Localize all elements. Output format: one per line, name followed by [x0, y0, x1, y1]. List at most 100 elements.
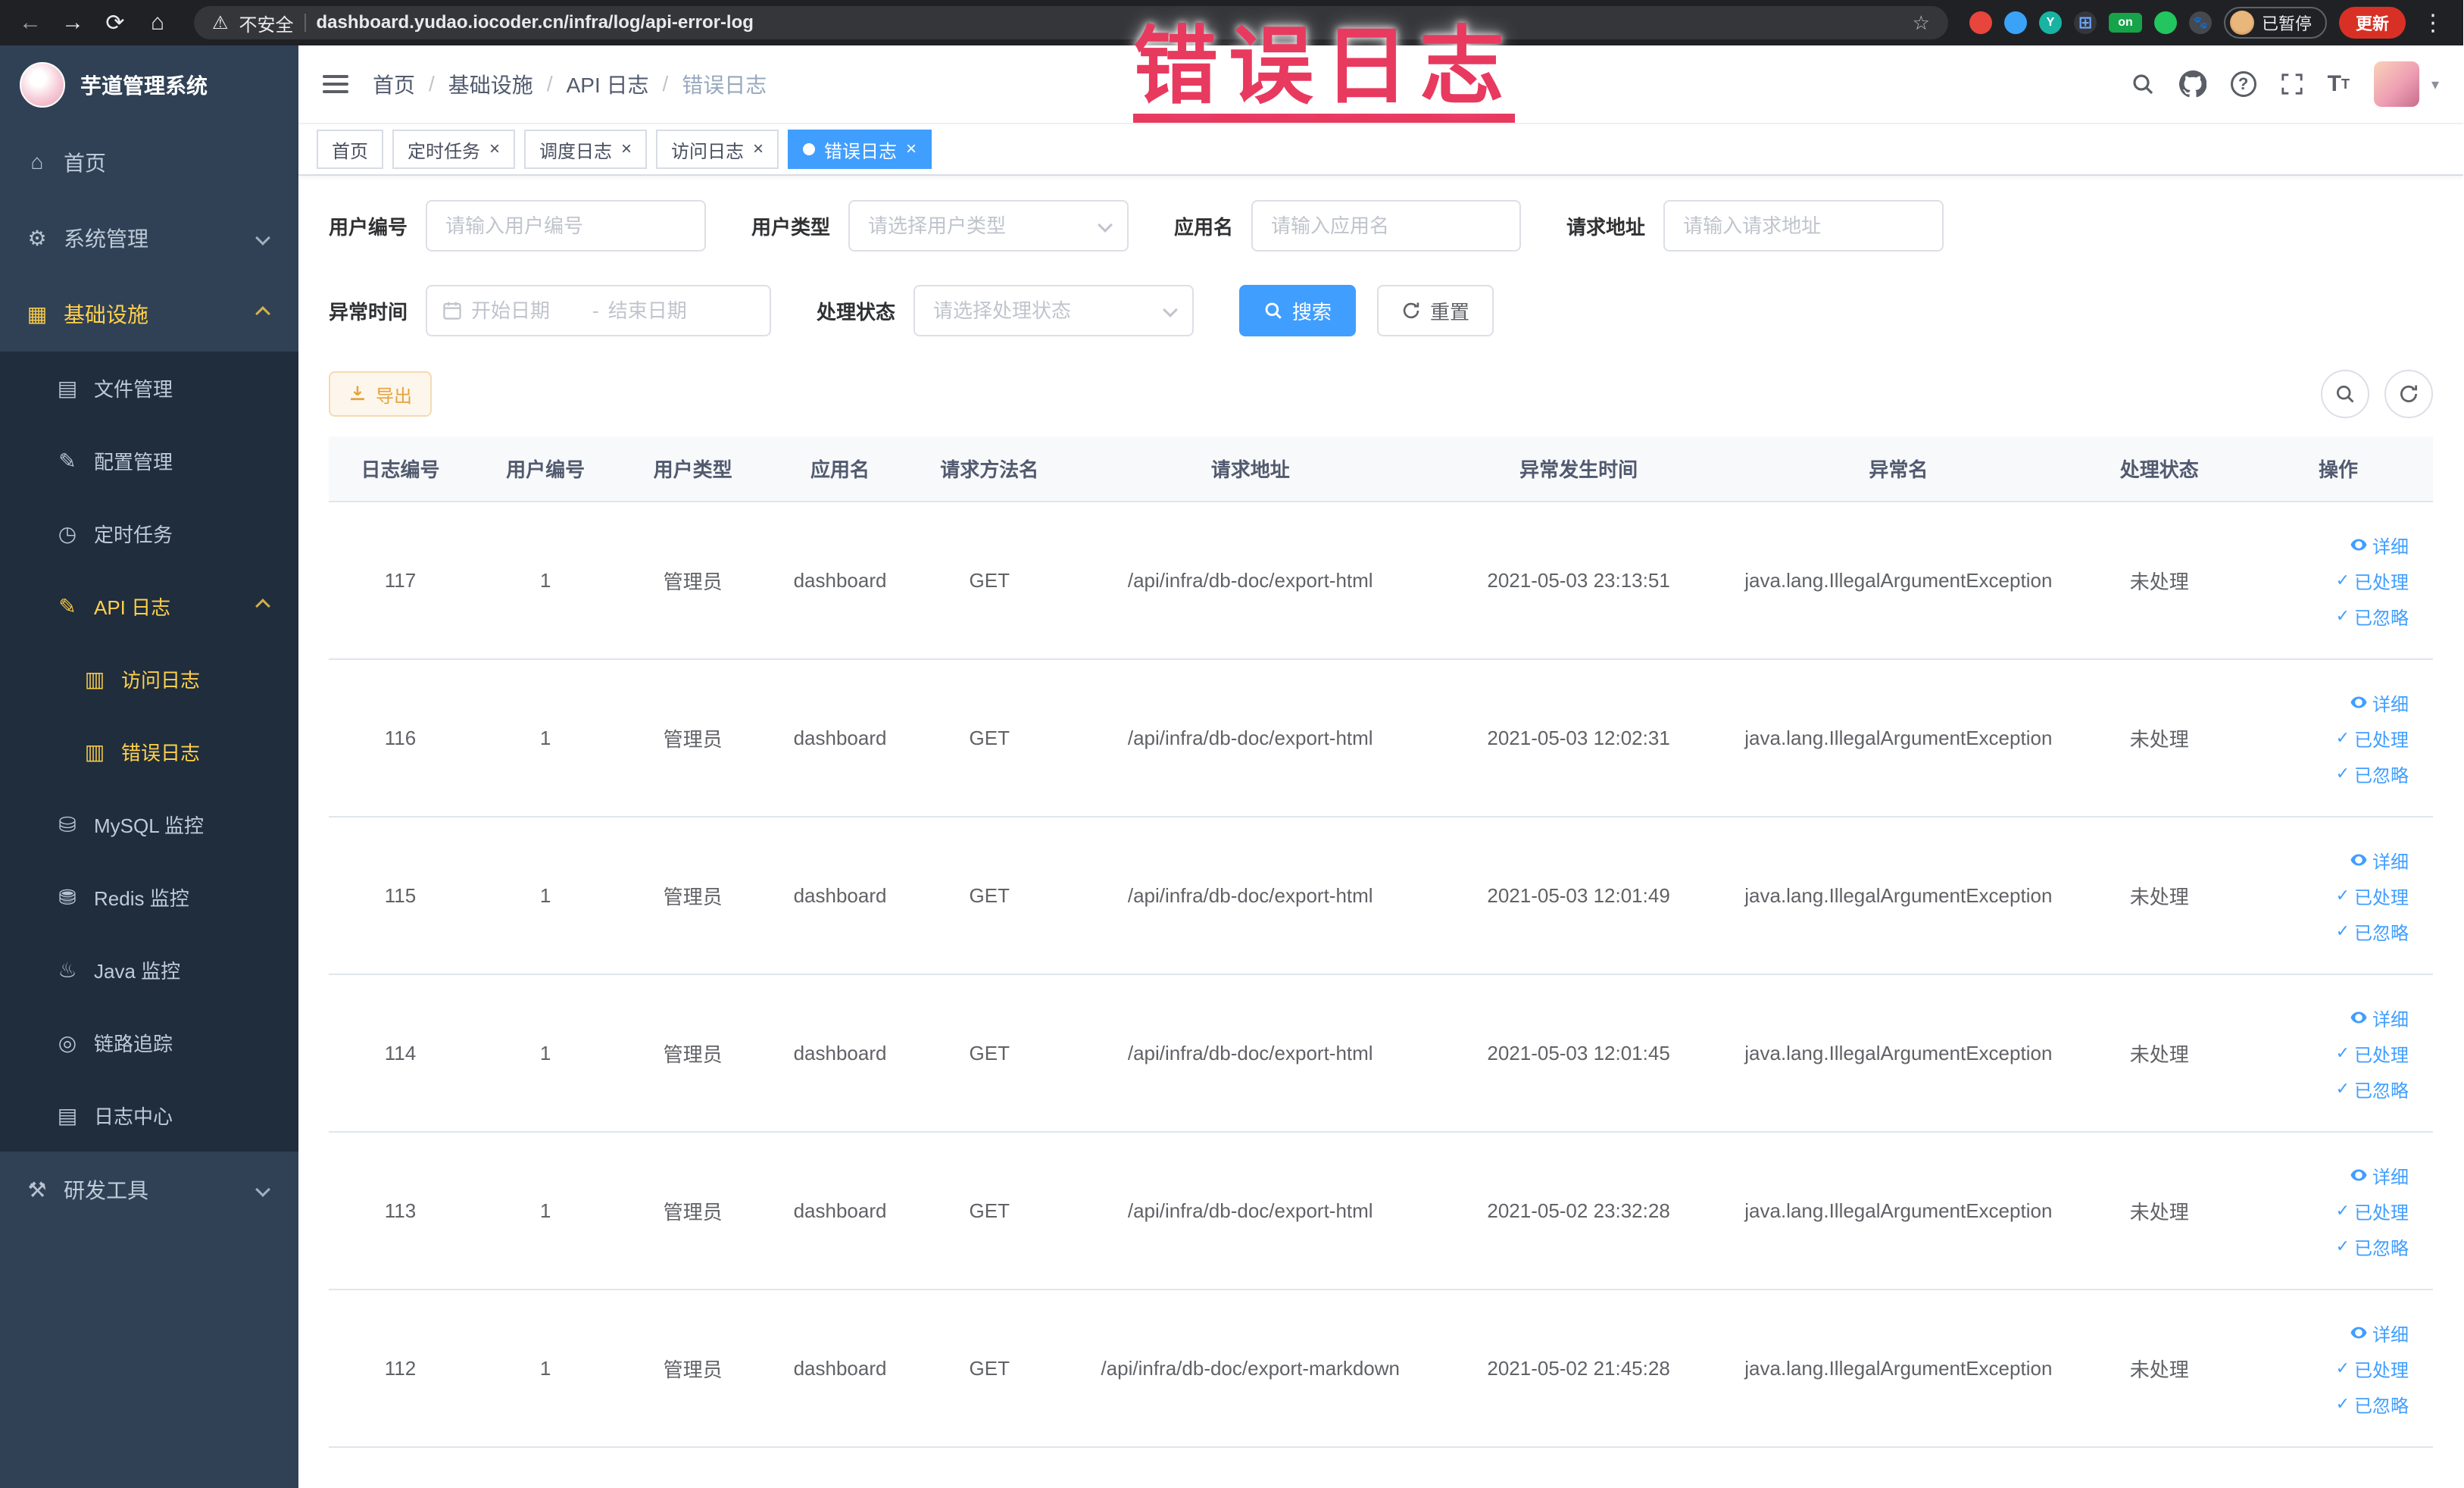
breadcrumb-item[interactable]: 首页	[373, 69, 415, 99]
processed-link[interactable]: ✓ 已处理	[2336, 567, 2409, 594]
detail-link[interactable]: 详细	[2350, 1320, 2409, 1346]
search-button[interactable]: 搜索	[1239, 285, 1357, 336]
refresh-table-button[interactable]	[2384, 370, 2433, 418]
back-icon[interactable]: ←	[15, 10, 45, 36]
sidebar-item-dev-tools[interactable]: ⚒ 研发工具	[0, 1152, 298, 1227]
extension-teal-icon[interactable]: Y	[2038, 11, 2062, 34]
eye-icon	[2350, 1324, 2368, 1342]
ignored-link[interactable]: ✓ 已忽略	[2336, 761, 2409, 787]
check-icon: ✓	[2335, 764, 2350, 783]
reload-icon[interactable]: ⟳	[100, 10, 130, 36]
ignored-link[interactable]: ✓ 已忽略	[2336, 918, 2409, 945]
breadcrumb-item[interactable]: 基础设施	[448, 69, 533, 99]
close-icon[interactable]: ×	[621, 140, 632, 158]
refresh-icon	[1401, 301, 1421, 320]
eye-icon	[2350, 1166, 2368, 1184]
processed-link[interactable]: ✓ 已处理	[2336, 1355, 2409, 1382]
table-cell: 2021-05-02 21:45:28	[1435, 1289, 1722, 1448]
detail-link[interactable]: 详细	[2350, 689, 2409, 716]
close-icon[interactable]: ×	[489, 140, 500, 158]
table-cell: 1	[471, 1289, 620, 1448]
sidebar-item-redis[interactable]: ⛃ Redis 监控	[0, 861, 298, 933]
sidebar-item-infra[interactable]: ▦ 基础设施	[0, 276, 298, 352]
sidebar-item-trace[interactable]: ◎ 链路追踪	[0, 1006, 298, 1079]
detail-link[interactable]: 详细	[2350, 847, 2409, 874]
detail-link[interactable]: 详细	[2350, 1162, 2409, 1189]
sidebar-item-java[interactable]: ♨ Java 监控	[0, 933, 298, 1006]
detail-link[interactable]: 详细	[2350, 532, 2409, 558]
extension-drop-icon[interactable]	[2003, 11, 2027, 34]
exception-time-range-picker[interactable]: -	[426, 285, 772, 336]
extension-icons: Y ⊞ on 🐾	[1969, 11, 2212, 34]
sidebar-item-access-log[interactable]: ▥ 访问日志	[0, 642, 298, 715]
address-bar[interactable]: ⚠ 不安全 dashboard.yudao.iocoder.cn/infra/l…	[194, 6, 1948, 39]
browser-update-button[interactable]: 更新	[2338, 7, 2406, 39]
process-status-select[interactable]	[913, 285, 1195, 336]
toggle-search-button[interactable]	[2321, 370, 2369, 418]
extension-green-icon[interactable]	[2153, 11, 2177, 34]
sidebar-item-api-log[interactable]: ✎ API 日志	[0, 570, 298, 642]
end-date-input[interactable]	[607, 299, 720, 323]
extension-paw-icon[interactable]: 🐾	[2188, 11, 2212, 34]
ignored-link[interactable]: ✓ 已忽略	[2336, 1233, 2409, 1260]
ignored-link[interactable]: ✓ 已忽略	[2336, 1076, 2409, 1102]
sidebar-item-file[interactable]: ▤ 文件管理	[0, 352, 298, 424]
tab-home[interactable]: 首页	[317, 130, 383, 169]
sidebar-item-log-center[interactable]: ▤ 日志中心	[0, 1079, 298, 1152]
extension-on-badge-icon[interactable]: on	[2108, 13, 2142, 33]
user-id-input[interactable]	[426, 200, 707, 252]
sidebar-item-config[interactable]: ✎ 配置管理	[0, 424, 298, 497]
close-icon[interactable]: ×	[906, 140, 917, 158]
tab-access-log[interactable]: 访问日志 ×	[656, 130, 779, 169]
processed-link[interactable]: ✓ 已处理	[2336, 1198, 2409, 1224]
app-name-input[interactable]	[1251, 200, 1522, 252]
column-header: 应用名	[766, 436, 914, 502]
sidebar-item-mysql[interactable]: ⛁ MySQL 监控	[0, 788, 298, 861]
browser-home-icon[interactable]: ⌂	[142, 10, 173, 36]
request-url-input[interactable]	[1663, 200, 1944, 252]
sidebar-item-error-log[interactable]: ▥ 错误日志	[0, 715, 298, 788]
forward-icon[interactable]: →	[58, 10, 88, 36]
sidebar-item-job[interactable]: ◷ 定时任务	[0, 497, 298, 570]
ignored-link[interactable]: ✓ 已忽略	[2336, 603, 2409, 630]
start-date-input[interactable]	[471, 299, 584, 323]
help-icon[interactable]: ?	[2230, 71, 2256, 97]
avatar-caret-icon[interactable]: ▾	[2431, 75, 2439, 94]
sidebar-item-home[interactable]: ⌂ 首页	[0, 124, 298, 200]
security-label[interactable]: 不安全	[239, 10, 294, 36]
processed-link[interactable]: ✓ 已处理	[2336, 1040, 2409, 1067]
detail-link[interactable]: 详细	[2350, 1005, 2409, 1031]
close-icon[interactable]: ×	[753, 140, 764, 158]
tab-job-log[interactable]: 调度日志 ×	[524, 130, 648, 169]
table-cell: dashboard	[766, 502, 914, 660]
header-search-icon[interactable]	[2131, 72, 2155, 96]
processed-link[interactable]: ✓ 已处理	[2336, 883, 2409, 909]
hamburger-icon[interactable]	[323, 75, 348, 93]
breadcrumb-item[interactable]: API 日志	[567, 69, 649, 99]
font-size-icon[interactable]: TT	[2328, 71, 2350, 97]
table-row: 112 1 管理员 dashboard GET/api/infra/db-doc/exp…	[329, 1289, 2433, 1448]
extension-red-icon[interactable]	[1969, 11, 1992, 34]
fullscreen-icon[interactable]	[2281, 73, 2303, 95]
processed-link[interactable]: ✓ 已处理	[2336, 725, 2409, 752]
monitor-icon: ▦	[27, 302, 48, 326]
ignored-link[interactable]: ✓ 已忽略	[2336, 1391, 2409, 1418]
table-row: 115 1 管理员 dashboard GET/api/infra/db-doc/exp…	[329, 817, 2433, 975]
tab-error-log[interactable]: 错误日志 ×	[788, 130, 932, 169]
github-icon[interactable]	[2178, 70, 2206, 98]
table-cell: 114	[329, 974, 472, 1133]
tab-job[interactable]: 定时任务 ×	[392, 130, 516, 169]
table-cell: 2021-05-03 23:13:51	[1435, 502, 1722, 660]
user-avatar[interactable]	[2373, 61, 2419, 107]
browser-menu-icon[interactable]: ⋮	[2418, 10, 2448, 36]
bookmark-star-icon[interactable]: ☆	[1913, 11, 1930, 35]
user-type-select[interactable]	[848, 200, 1129, 252]
extension-grid-icon[interactable]: ⊞	[2073, 11, 2097, 34]
app-logo[interactable]: 芋道管理系统	[0, 45, 298, 124]
export-button[interactable]: 导出	[329, 371, 432, 417]
paused-extension-badge[interactable]: 已暂停	[2223, 7, 2327, 39]
sidebar-item-system[interactable]: ⚙ 系统管理	[0, 200, 298, 276]
reset-button[interactable]: 重置	[1377, 285, 1494, 336]
table-cell: 管理员	[619, 1289, 767, 1448]
check-icon: ✓	[2335, 1394, 2350, 1413]
